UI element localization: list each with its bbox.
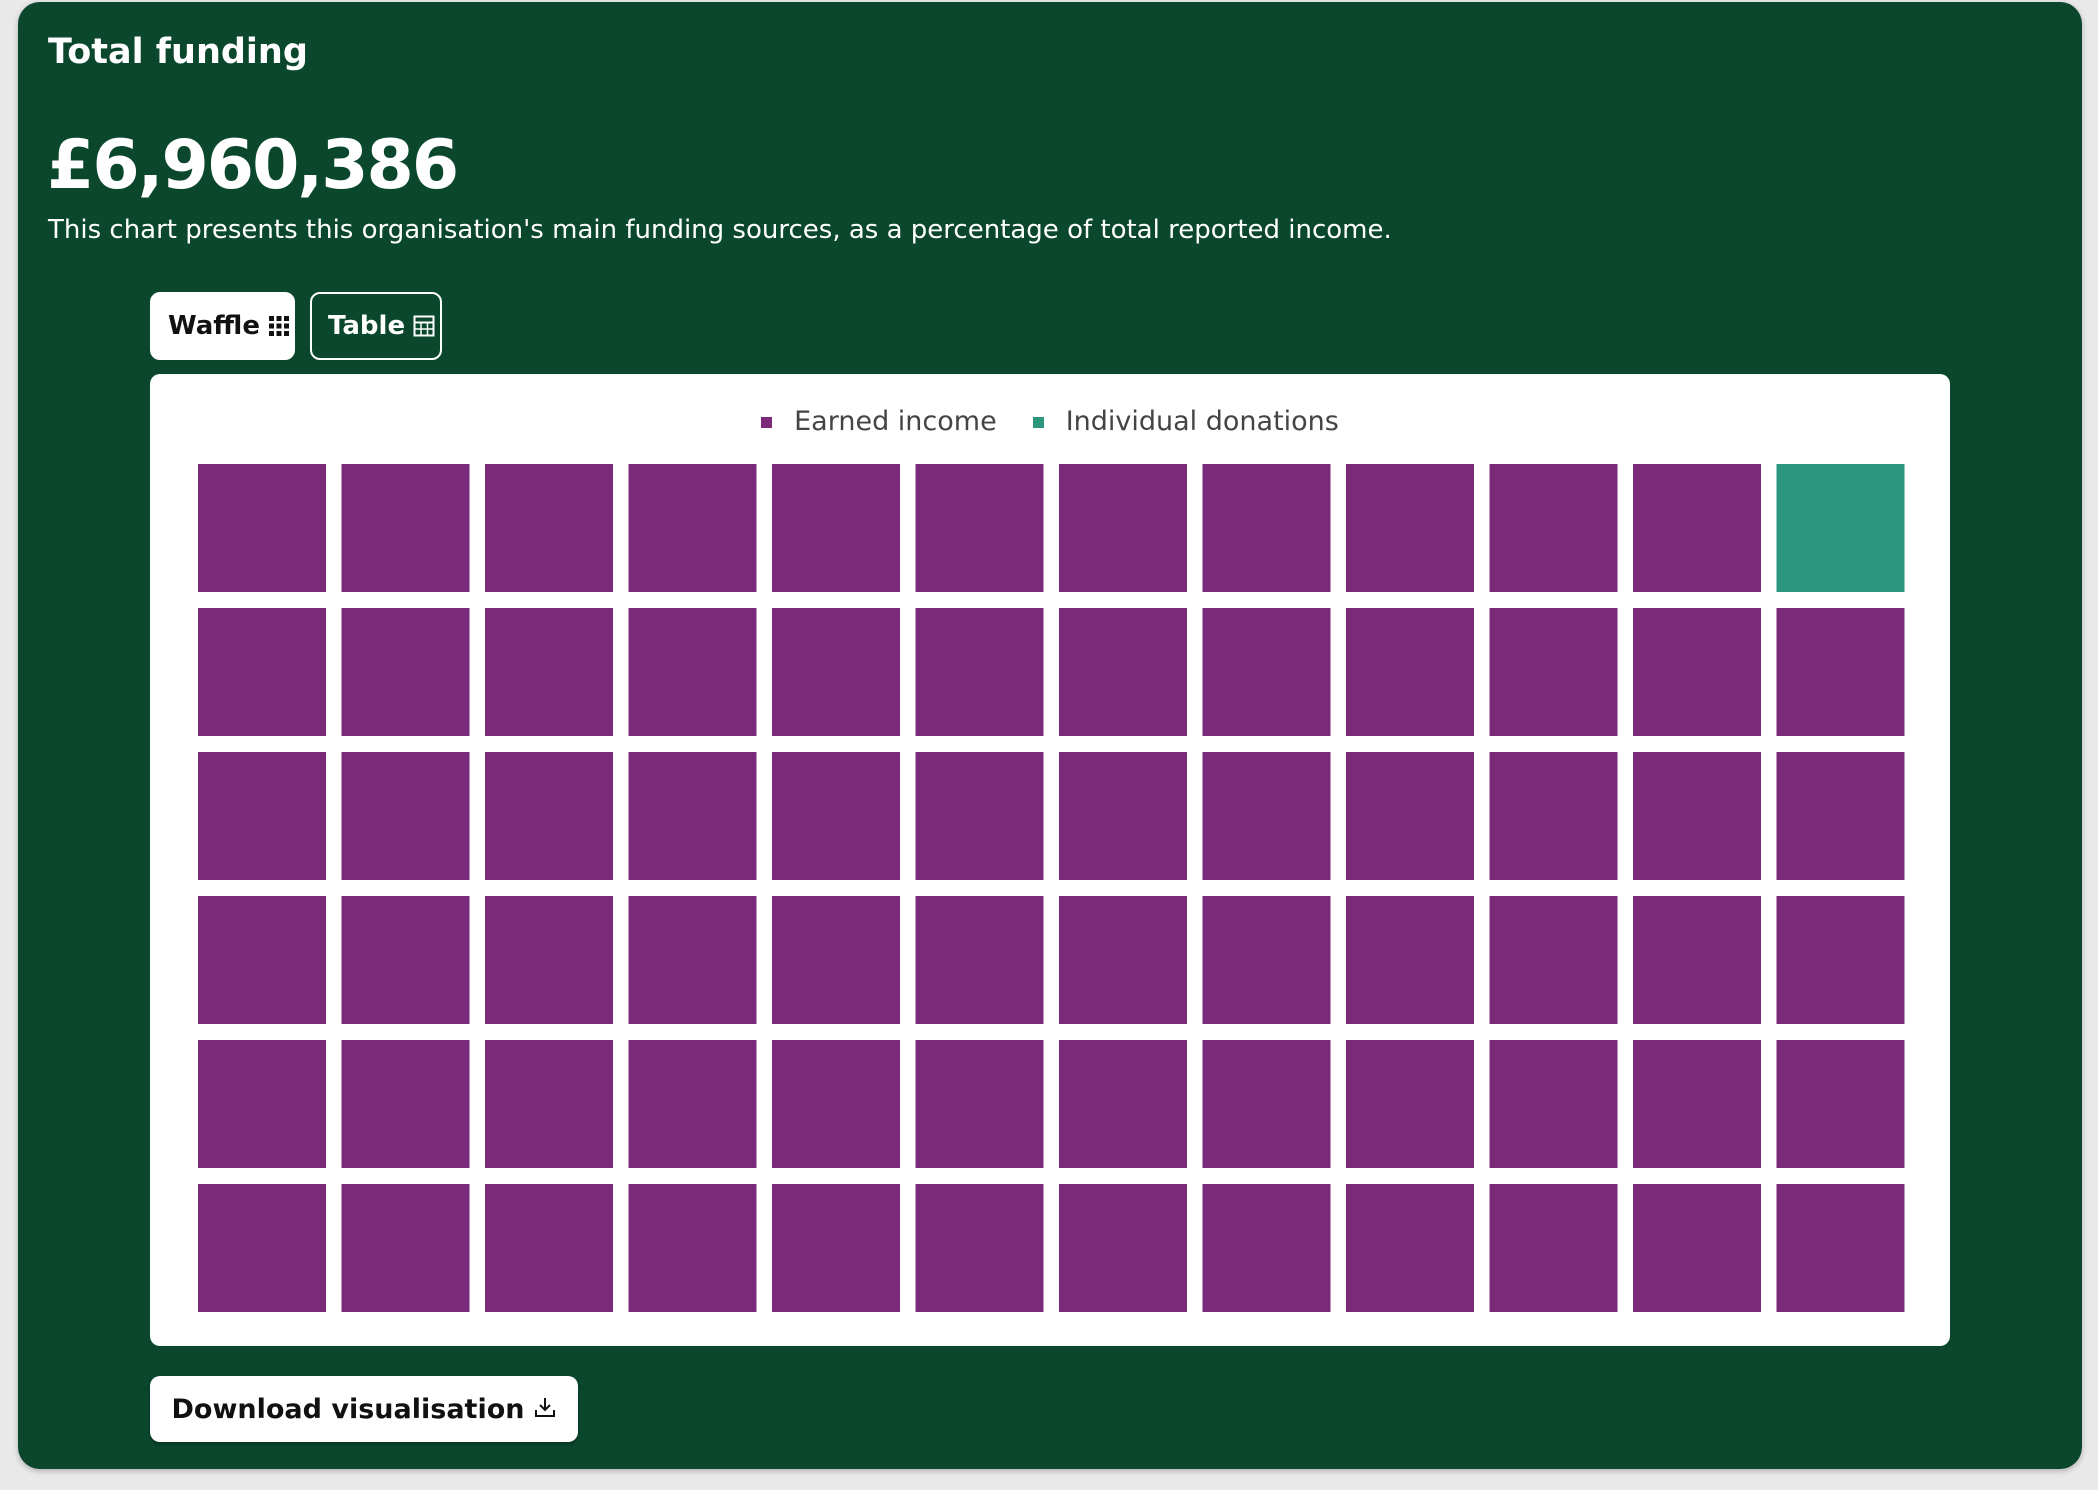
waffle-chart-panel: Earned income Individual donations xyxy=(150,374,1950,1346)
waffle-cell-earned-income xyxy=(485,1184,613,1312)
waffle-cell-earned-income xyxy=(915,1040,1044,1168)
waffle-cell-earned-income xyxy=(1633,608,1761,736)
download-visualisation-button[interactable]: Download visualisation xyxy=(150,1376,578,1442)
table-view-button[interactable]: Table xyxy=(310,292,442,360)
waffle-cell-earned-income xyxy=(1776,752,1905,880)
grid-icon xyxy=(268,315,290,337)
waffle-cell-earned-income xyxy=(1346,1040,1474,1168)
waffle-cell-earned-income xyxy=(772,1184,900,1312)
waffle-cell-earned-income xyxy=(1059,752,1187,880)
waffle-cell-earned-income xyxy=(1489,896,1618,1024)
waffle-cell-earned-income xyxy=(1202,752,1331,880)
waffle-cell-earned-income xyxy=(915,752,1044,880)
waffle-cell-earned-income xyxy=(341,896,470,1024)
legend-item-earned-income: Earned income xyxy=(761,404,997,440)
waffle-cell-earned-income xyxy=(772,896,900,1024)
total-funding-card: Total funding £6,960,386 This chart pres… xyxy=(18,2,2082,1469)
waffle-cell-earned-income xyxy=(1346,464,1474,592)
waffle-cell-earned-income xyxy=(1346,896,1474,1024)
waffle-cell-earned-income xyxy=(1346,1184,1474,1312)
waffle-cell-earned-income xyxy=(485,896,613,1024)
waffle-cell-earned-income xyxy=(341,464,470,592)
total-amount: £6,960,386 xyxy=(47,126,459,205)
waffle-cell-earned-income xyxy=(1202,464,1331,592)
table-icon xyxy=(413,315,435,337)
download-icon xyxy=(534,1394,556,1425)
chart-description: This chart presents this organisation's … xyxy=(48,215,1392,245)
waffle-cell-earned-income xyxy=(1489,752,1618,880)
waffle-cell-earned-income xyxy=(1633,752,1761,880)
waffle-cell-earned-income xyxy=(485,752,613,880)
waffle-cell-earned-income xyxy=(198,896,326,1024)
waffle-cell-earned-income xyxy=(198,1040,326,1168)
waffle-cell-earned-income xyxy=(1059,608,1187,736)
waffle-cell-earned-income xyxy=(1202,1184,1331,1312)
waffle-cell-earned-income xyxy=(198,608,326,736)
waffle-cell-earned-income xyxy=(1202,1040,1331,1168)
waffle-cell-earned-income xyxy=(485,1040,613,1168)
waffle-cell-earned-income xyxy=(1489,608,1618,736)
card-title: Total funding xyxy=(48,32,308,72)
waffle-cell-earned-income xyxy=(1202,896,1331,1024)
waffle-cell-earned-income xyxy=(1059,896,1187,1024)
waffle-cell-earned-income xyxy=(628,1184,757,1312)
waffle-cell-earned-income xyxy=(198,752,326,880)
waffle-cell-earned-income xyxy=(1202,608,1331,736)
legend-label-earned-income: Earned income xyxy=(794,406,997,437)
waffle-cell-earned-income xyxy=(198,1184,326,1312)
waffle-cell-earned-income xyxy=(628,608,757,736)
waffle-cell-earned-income xyxy=(485,464,613,592)
waffle-cell-earned-income xyxy=(1633,1040,1761,1168)
waffle-cell-earned-income xyxy=(341,1040,470,1168)
waffle-cell-earned-income xyxy=(628,752,757,880)
waffle-cell-earned-income xyxy=(628,896,757,1024)
waffle-cell-earned-income xyxy=(1633,464,1761,592)
waffle-cell-earned-income xyxy=(1633,1184,1761,1312)
waffle-cell-earned-income xyxy=(485,608,613,736)
waffle-view-button[interactable]: Waffle xyxy=(150,292,295,360)
waffle-chart xyxy=(198,464,1905,1312)
waffle-cell-earned-income xyxy=(1489,1184,1618,1312)
waffle-cell-earned-income xyxy=(341,608,470,736)
legend-swatch-earned-income xyxy=(761,416,773,428)
waffle-cell-earned-income xyxy=(1776,608,1905,736)
waffle-cell-earned-income xyxy=(1776,896,1905,1024)
waffle-cell-earned-income xyxy=(1776,1040,1905,1168)
waffle-cell-earned-income xyxy=(1059,1040,1187,1168)
waffle-cell-earned-income xyxy=(772,1040,900,1168)
download-button-label: Download visualisation xyxy=(171,1393,525,1425)
waffle-cell-earned-income xyxy=(628,464,757,592)
waffle-cell-individual-donations xyxy=(1776,464,1905,592)
waffle-cell-earned-income xyxy=(628,1040,757,1168)
waffle-cell-earned-income xyxy=(341,752,470,880)
waffle-cell-earned-income xyxy=(1489,464,1618,592)
waffle-cell-earned-income xyxy=(1059,464,1187,592)
legend-swatch-individual-donations xyxy=(1032,416,1044,428)
waffle-cell-earned-income xyxy=(1776,1184,1905,1312)
waffle-cell-earned-income xyxy=(772,608,900,736)
waffle-cell-earned-income xyxy=(915,608,1044,736)
waffle-button-label: Waffle xyxy=(168,311,260,341)
waffle-cell-earned-income xyxy=(1059,1184,1187,1312)
legend-label-individual-donations: Individual donations xyxy=(1065,406,1339,437)
waffle-cell-earned-income xyxy=(1633,896,1761,1024)
table-button-label: Table xyxy=(328,311,406,341)
waffle-cell-earned-income xyxy=(915,1184,1044,1312)
legend-item-individual-donations: Individual donations xyxy=(1032,404,1339,440)
waffle-cell-earned-income xyxy=(915,464,1044,592)
waffle-cell-earned-income xyxy=(772,464,900,592)
waffle-cell-earned-income xyxy=(1346,608,1474,736)
waffle-cell-earned-income xyxy=(341,1184,470,1312)
chart-legend: Earned income Individual donations xyxy=(150,404,1950,440)
waffle-cell-earned-income xyxy=(1346,752,1474,880)
waffle-cell-earned-income xyxy=(772,752,900,880)
waffle-cell-earned-income xyxy=(1489,1040,1618,1168)
waffle-cell-earned-income xyxy=(915,896,1044,1024)
waffle-cell-earned-income xyxy=(198,464,326,592)
